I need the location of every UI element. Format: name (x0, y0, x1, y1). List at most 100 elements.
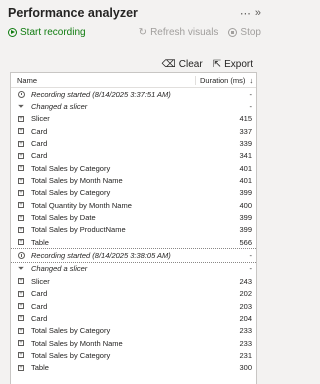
expand-plus-icon[interactable]: + (16, 177, 26, 184)
table-row[interactable]: + Total Sales by Category 401 (11, 162, 256, 174)
row-name: Total Sales by Month Name (31, 338, 123, 348)
table-row[interactable]: + Total Sales by Month Name 233 (11, 337, 256, 349)
row-duration: 341 (239, 151, 252, 161)
expand-plus-icon[interactable]: + (16, 165, 26, 172)
row-name: Changed a slicer (31, 102, 88, 112)
table-row[interactable]: + Total Sales by Category 233 (11, 325, 256, 337)
row-name: Table (31, 363, 49, 373)
expand-plus-icon[interactable]: + (16, 202, 26, 209)
table-body: Recording started (8/14/2025 3:37:51 AM)… (11, 88, 256, 374)
clear-button[interactable]: ⌫ Clear (162, 59, 203, 70)
row-duration: 339 (239, 139, 252, 149)
results-table: Name Duration (ms) ↓ Recording started (… (10, 72, 257, 384)
table-row[interactable]: ⏷ Changed a slicer - (11, 100, 256, 112)
sort-arrow-down-icon: ↓ (249, 75, 254, 85)
expand-plus-icon[interactable]: + (16, 303, 26, 310)
table-row[interactable]: + Table 566 (11, 236, 256, 248)
table-row[interactable]: + Slicer 415 (11, 113, 256, 125)
row-duration: 300 (239, 363, 252, 373)
table-row[interactable]: + Total Sales by Month Name 401 (11, 174, 256, 186)
double-chevron-right-icon[interactable]: » (255, 7, 261, 19)
expand-plus-icon[interactable]: + (16, 140, 26, 147)
row-name: Slicer (31, 276, 50, 286)
row-name: Card (31, 126, 48, 136)
table-row[interactable]: + Card 341 (11, 150, 256, 162)
table-row[interactable]: ⏷ Changed a slicer - (11, 261, 256, 275)
expand-plus-icon[interactable]: + (16, 226, 26, 233)
scrollbar[interactable] (263, 72, 267, 384)
stop-circle-icon (228, 27, 238, 37)
expand-plus-icon[interactable]: + (16, 278, 26, 285)
row-name: Total Quantity by Month Name (31, 200, 132, 210)
export-button[interactable]: ⇱ Export (213, 59, 253, 70)
row-name: Slicer (31, 114, 50, 124)
row-duration: 401 (239, 176, 252, 186)
row-name: Total Sales by Month Name (31, 176, 123, 186)
row-duration: 415 (239, 114, 252, 124)
expand-plus-icon[interactable]: + (16, 128, 26, 135)
play-circle-icon (8, 27, 17, 37)
row-duration: 231 (239, 350, 252, 360)
table-row[interactable]: + Total Sales by ProductName 399 (11, 224, 256, 236)
table-row[interactable]: + Total Quantity by Month Name 400 (11, 199, 256, 211)
actions-bar: ⌫ Clear ⇱ Export (162, 57, 253, 71)
row-name: Total Sales by Category (31, 163, 111, 173)
table-row[interactable]: + Slicer 243 (11, 275, 256, 287)
expand-plus-icon[interactable]: + (16, 352, 26, 359)
clock-icon (16, 252, 26, 260)
ellipsis-icon[interactable]: ⋯ (240, 7, 251, 20)
table-header: Name Duration (ms) ↓ (11, 73, 256, 88)
expand-plus-icon[interactable]: + (16, 364, 26, 371)
row-name: Recording started (8/14/2025 3:38:05 AM) (31, 251, 171, 261)
row-name: Card (31, 289, 48, 299)
row-duration: 566 (239, 237, 252, 247)
table-row[interactable]: + Card 202 (11, 288, 256, 300)
table-row[interactable]: + Total Sales by Date 399 (11, 211, 256, 223)
table-row[interactable]: + Total Sales by Category 231 (11, 349, 256, 361)
table-row[interactable]: + Total Sales by Category 399 (11, 187, 256, 199)
table-row[interactable]: Recording started (8/14/2025 3:38:05 AM)… (11, 248, 256, 261)
table-row[interactable]: + Card 204 (11, 312, 256, 324)
row-duration: 399 (239, 188, 252, 198)
row-name: Total Sales by Category (31, 350, 111, 360)
performance-analyzer-pane: Performance analyzer ⋯ » Start recording… (0, 0, 267, 384)
row-name: Total Sales by Category (31, 326, 111, 336)
expand-plus-icon[interactable]: + (16, 189, 26, 196)
row-duration: 243 (239, 276, 252, 286)
row-duration: 401 (239, 163, 252, 173)
row-duration: 399 (239, 213, 252, 223)
expand-plus-icon[interactable]: + (16, 340, 26, 347)
column-header-name[interactable]: Name (17, 76, 195, 85)
table-row[interactable]: Recording started (8/14/2025 3:37:51 AM)… (11, 88, 256, 100)
row-duration: 203 (239, 301, 252, 311)
export-icon: ⇱ (212, 58, 222, 70)
expand-plus-icon[interactable]: + (16, 315, 26, 322)
table-row[interactable]: + Card 339 (11, 137, 256, 149)
row-duration: 233 (239, 338, 252, 348)
table-row[interactable]: + Table 300 (11, 362, 256, 374)
row-name: Total Sales by ProductName (31, 225, 126, 235)
row-name: Changed a slicer (31, 264, 88, 274)
expand-plus-icon[interactable]: + (16, 115, 26, 122)
expand-plus-icon[interactable]: + (16, 290, 26, 297)
row-name: Card (31, 151, 48, 161)
start-recording-button[interactable]: Start recording (8, 27, 86, 38)
pane-title: Performance analyzer (8, 6, 138, 20)
row-name: Card (31, 139, 48, 149)
expand-plus-icon[interactable]: + (16, 327, 26, 334)
table-row[interactable]: + Card 337 (11, 125, 256, 137)
expand-plus-icon[interactable]: + (16, 152, 26, 159)
clock-icon (16, 90, 26, 98)
table-row[interactable]: + Card 203 (11, 300, 256, 312)
column-header-duration[interactable]: Duration (ms) ↓ (195, 75, 254, 85)
expand-plus-icon[interactable]: + (16, 214, 26, 221)
row-duration: - (249, 264, 253, 274)
row-duration: 204 (239, 313, 252, 323)
stop-button[interactable]: Stop (228, 27, 261, 38)
refresh-visuals-button[interactable]: ↻ Refresh visuals (139, 27, 219, 38)
expand-plus-icon[interactable]: + (16, 239, 26, 246)
row-duration: 400 (239, 200, 252, 210)
filter-icon: ⏷ (17, 263, 25, 273)
row-name: Card (31, 313, 48, 323)
row-duration: 337 (239, 126, 252, 136)
